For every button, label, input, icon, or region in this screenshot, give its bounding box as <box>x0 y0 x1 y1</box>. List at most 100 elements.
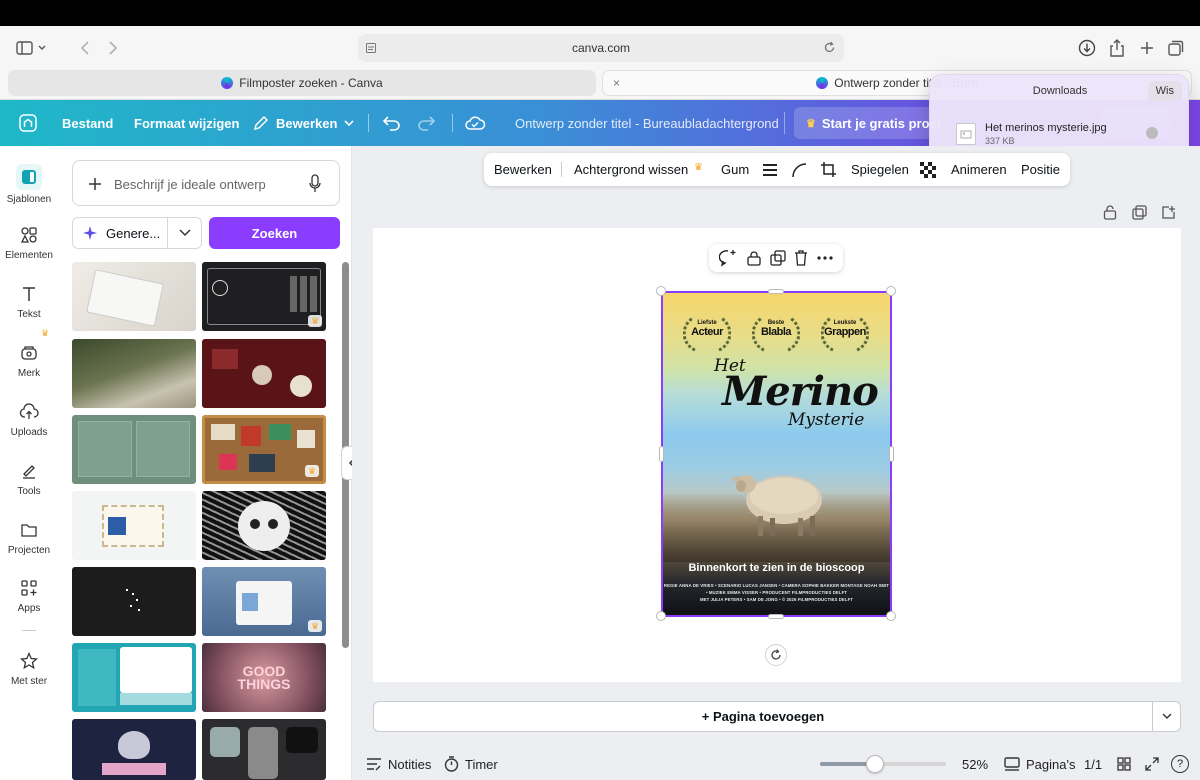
undo-icon[interactable] <box>382 100 402 146</box>
flip-button[interactable]: Spiegelen <box>851 162 909 177</box>
zoom-value[interactable]: 52% <box>962 753 988 775</box>
back-icon[interactable] <box>78 38 92 58</box>
start-trial-label: Start je gratis proef <box>821 115 942 131</box>
elements-icon <box>18 224 40 246</box>
generate-dropdown-button[interactable] <box>168 217 202 249</box>
address-bar[interactable]: canva.com <box>358 34 844 62</box>
downloads-icon[interactable] <box>1076 37 1098 59</box>
search-button[interactable]: Zoeken <box>209 217 340 249</box>
resize-handle[interactable] <box>768 614 784 619</box>
rail-item-tools[interactable]: Tools <box>0 460 58 497</box>
rail-label: Projecten <box>7 545 51 556</box>
rail-item-elements[interactable]: Elementen <box>0 224 58 261</box>
file-menu[interactable]: Bestand <box>62 100 113 146</box>
close-tab-icon[interactable]: × <box>613 76 620 90</box>
template-thumbnail[interactable] <box>72 567 196 636</box>
animate-button[interactable]: Animeren <box>951 162 1007 177</box>
templates-panel: Beschrijf je ideale ontwerp Genere... Zo… <box>58 146 352 780</box>
add-page-dropdown[interactable] <box>1153 701 1181 732</box>
resize-handle[interactable] <box>889 446 894 462</box>
timer-button[interactable]: Timer <box>444 753 498 775</box>
template-thumbnail[interactable]: ♛ <box>202 567 326 636</box>
resize-handle[interactable] <box>659 446 664 462</box>
resize-handle[interactable] <box>886 611 896 621</box>
template-thumbnail[interactable]: GOOD THINGS <box>202 643 326 712</box>
rail-item-projects[interactable]: Projecten <box>0 519 58 556</box>
redo-icon[interactable] <box>416 100 436 146</box>
rail-item-uploads[interactable]: Uploads <box>0 401 58 438</box>
help-icon: ? <box>1171 755 1189 773</box>
position-button[interactable]: Positie <box>1021 162 1060 177</box>
sidebar-toggle-icon[interactable] <box>14 38 50 58</box>
document-title[interactable]: Ontwerp zonder titel - Bureaubladachterg… <box>515 100 779 146</box>
template-thumbnail[interactable] <box>72 339 196 408</box>
resize-menu[interactable]: Formaat wijzigen <box>134 100 239 146</box>
template-thumbnail[interactable]: ♛ <box>202 262 326 331</box>
duplicate-icon[interactable] <box>770 250 786 266</box>
transparency-icon[interactable] <box>920 162 936 178</box>
download-file-name[interactable]: Het merinos mysterie.jpg <box>985 122 1107 134</box>
template-thumbnail[interactable] <box>72 643 196 712</box>
star-icon <box>18 650 40 672</box>
template-thumbnail[interactable] <box>202 491 326 560</box>
resize-handle[interactable] <box>656 611 666 621</box>
tab-overview-icon[interactable] <box>1165 37 1187 59</box>
template-thumbnail[interactable] <box>202 339 326 408</box>
template-thumbnail[interactable] <box>202 719 326 780</box>
add-page-icon[interactable] <box>1161 205 1176 220</box>
crop-icon[interactable] <box>820 161 837 178</box>
rail-item-templates[interactable]: Sjablonen <box>0 164 58 205</box>
template-thumbnail[interactable] <box>72 262 196 331</box>
template-thumbnail[interactable] <box>72 719 196 780</box>
rail-label: Apps <box>17 603 41 614</box>
notes-button[interactable]: Notities <box>366 753 431 775</box>
upload-cloud-icon <box>18 401 40 423</box>
edit-menu[interactable]: Bewerken <box>252 100 355 146</box>
lock-page-icon[interactable] <box>1103 205 1117 220</box>
trash-icon[interactable] <box>794 250 808 266</box>
template-thumbnail[interactable]: ♛ <box>202 415 326 484</box>
new-tab-icon[interactable] <box>1136 37 1158 59</box>
remove-background-button[interactable]: Achtergrond wissen <box>574 162 688 177</box>
edit-image-button[interactable]: Bewerken <box>494 162 552 177</box>
template-search-input[interactable]: Beschrijf je ideale ontwerp <box>72 160 340 206</box>
corner-rounding-icon[interactable] <box>791 162 807 178</box>
template-thumbnail[interactable] <box>72 415 196 484</box>
forward-icon[interactable] <box>106 38 120 58</box>
clear-downloads-button[interactable]: Wis <box>1147 81 1182 101</box>
rail-label: Uploads <box>10 427 48 438</box>
reveal-in-finder-icon[interactable] <box>1146 127 1158 139</box>
rail-item-starred[interactable]: Met ster <box>0 650 58 687</box>
comment-add-icon[interactable] <box>719 249 737 267</box>
rotate-icon[interactable] <box>765 644 787 666</box>
rail-item-text[interactable]: Tekst <box>0 283 58 320</box>
grid-view-icon[interactable] <box>1117 753 1131 775</box>
rail-item-brand[interactable]: ♛ Merk <box>0 328 58 379</box>
home-icon[interactable] <box>18 100 38 146</box>
microphone-icon[interactable] <box>309 174 321 193</box>
zoom-slider-handle[interactable] <box>866 755 884 773</box>
border-style-icon[interactable] <box>762 163 778 177</box>
cloud-saved-icon[interactable] <box>464 100 486 146</box>
eraser-button[interactable]: Gum <box>721 162 749 177</box>
pages-button[interactable]: Pagina's <box>1004 753 1075 775</box>
rail-item-apps[interactable]: Apps <box>0 577 58 614</box>
crown-icon: ♛ <box>41 328 50 338</box>
divider <box>784 112 785 134</box>
resize-handle[interactable] <box>656 286 666 296</box>
more-options-icon[interactable] <box>817 256 833 260</box>
share-icon[interactable] <box>1106 37 1128 59</box>
resize-handle[interactable] <box>768 289 784 294</box>
duplicate-page-icon[interactable] <box>1132 205 1147 220</box>
templates-icon <box>16 164 42 190</box>
lock-icon[interactable] <box>746 250 762 266</box>
resize-handle[interactable] <box>886 286 896 296</box>
tab-filmposter[interactable]: Filmposter zoeken - Canva <box>8 70 596 96</box>
help-button[interactable]: ? <box>1171 753 1189 775</box>
generate-button[interactable]: Genere... <box>72 217 168 249</box>
add-page-button[interactable]: + Pagina toevoegen <box>373 701 1153 732</box>
reload-icon[interactable] <box>823 41 836 54</box>
fullscreen-icon[interactable] <box>1145 753 1159 775</box>
template-thumbnail[interactable] <box>72 491 196 560</box>
search-placeholder: Beschrijf je ideale ontwerp <box>114 177 266 192</box>
